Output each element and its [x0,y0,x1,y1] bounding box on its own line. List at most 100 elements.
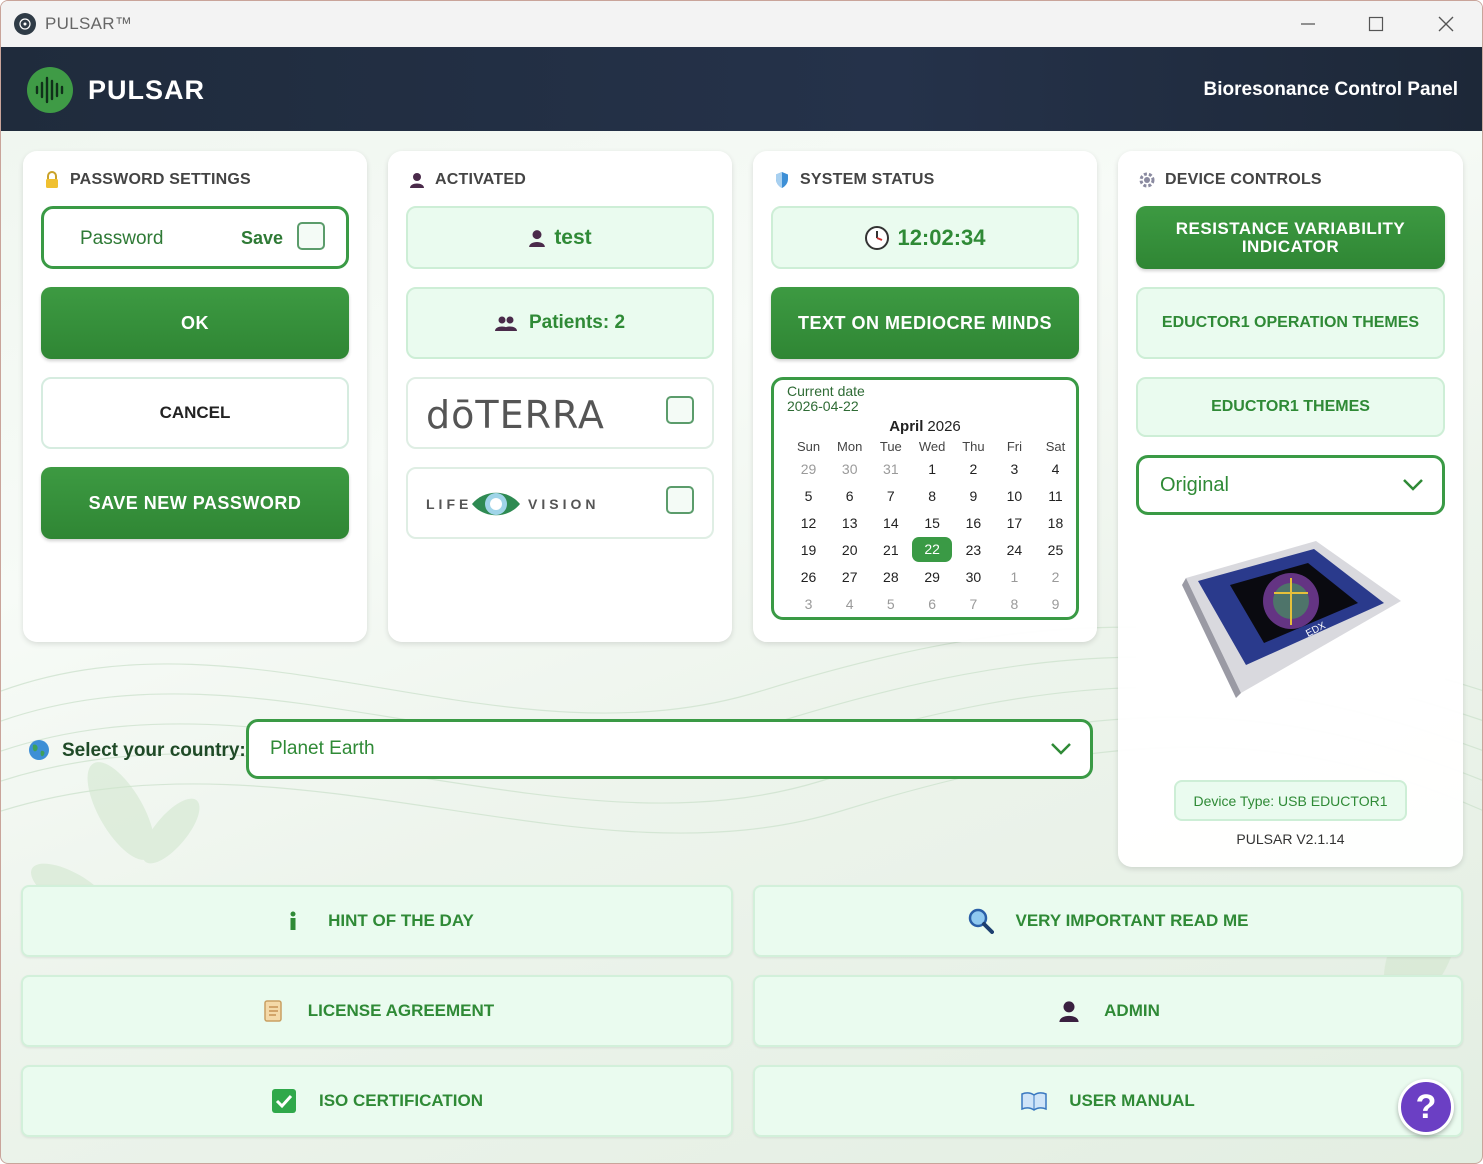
calendar-day[interactable]: 20 [829,536,870,563]
calendar-day[interactable]: 24 [994,536,1035,563]
calendar-day[interactable]: 28 [870,563,911,590]
user-manual-button[interactable]: USER MANUAL [753,1065,1463,1137]
save-password-checkbox[interactable] [297,222,325,250]
calendar-day[interactable]: 7 [953,590,994,617]
calendar-day[interactable]: 17 [994,509,1035,536]
calendar-day[interactable]: 31 [870,455,911,482]
help-button[interactable]: ? [1398,1079,1454,1135]
text-on-mediocre-minds-button[interactable]: TEXT ON MEDIOCRE MINDS [771,287,1079,359]
panel-title: DEVICE CONTROLS [1138,171,1322,189]
calendar-day[interactable]: 4 [1035,455,1076,482]
calendar-day[interactable]: 23 [953,536,994,563]
calendar-day[interactable]: 1 [994,563,1035,590]
admin-button[interactable]: ADMIN [753,975,1463,1047]
calendar-day[interactable]: 9 [1035,590,1076,617]
theme-select[interactable]: Original [1136,455,1445,515]
calendar-day[interactable]: 16 [953,509,994,536]
calendar-day[interactable]: 26 [788,563,829,590]
minimize-icon [1301,23,1315,25]
calendar-day[interactable]: 12 [788,509,829,536]
maximize-icon [1368,16,1384,32]
hint-of-the-day-button[interactable]: HINT OF THE DAY [21,885,733,957]
calendar-day[interactable]: 18 [1035,509,1076,536]
iso-certification-button[interactable]: ISO CERTIFICATION [21,1065,733,1137]
calendar-day[interactable]: 7 [870,482,911,509]
calendar[interactable]: Current date 2026-04-22 April 2026 Sun Mon… [771,377,1079,620]
doterra-option[interactable]: dōTERRA [406,377,714,449]
calendar-day[interactable]: 5 [870,590,911,617]
weekday-header: Sat [1045,438,1066,454]
calendar-day[interactable]: 8 [994,590,1035,617]
calendar-day[interactable]: 15 [911,509,952,536]
very-important-read-me-label: VERY IMPORTANT READ ME [1015,911,1249,930]
calendar-day[interactable]: 8 [911,482,952,509]
app-logo-icon [14,13,36,35]
calendar-day[interactable]: 30 [953,563,994,590]
calendar-day[interactable]: 27 [829,563,870,590]
eye-icon [472,492,520,516]
calendar-day[interactable]: 3 [788,590,829,617]
panel-title: SYSTEM STATUS [773,171,934,189]
chevron-down-icon [1051,743,1071,755]
calendar-day[interactable]: 6 [911,590,952,617]
eductor1-operation-themes-button[interactable]: EDUCTOR1 OPERATION THEMES [1136,287,1445,359]
header-subtitle: Bioresonance Control Panel [1203,79,1458,100]
maximize-button[interactable] [1343,1,1409,47]
save-new-password-button[interactable]: SAVE NEW PASSWORD [41,467,349,539]
calendar-day[interactable]: 29 [911,563,952,590]
calendar-date: 2026-04-22 [787,398,859,414]
pulsar-logo-icon [27,67,73,113]
panel-title: PASSWORD SETTINGS [43,171,251,189]
calendar-day[interactable]: 13 [829,509,870,536]
very-important-read-me-button[interactable]: VERY IMPORTANT READ ME [753,885,1463,957]
cancel-button[interactable]: CANCEL [41,377,349,449]
calendar-grid: Sun Mon Tue Wed Thu Fri Sat 29 30 31 1 2 3 4 5 6 7 8 9 10 1… [788,437,1076,617]
current-time: 12:02:34 [897,224,986,250]
calendar-month-header: April 2026 [774,418,1076,435]
patients-count: Patients: 2 [528,312,626,333]
calendar-day[interactable]: 30 [829,455,870,482]
patients-display[interactable]: Patients: 2 [406,287,714,359]
selected-day-label: 22 [912,537,953,562]
resistance-variability-indicator-button[interactable]: RESISTANCE VARIABILITY INDICATOR [1136,206,1445,269]
lock-icon [43,171,61,189]
calendar-day[interactable]: 21 [870,536,911,563]
hint-of-the-day-label: HINT OF THE DAY [328,911,474,930]
calendar-day[interactable]: 4 [829,590,870,617]
info-icon [280,908,306,934]
calendar-day[interactable]: 19 [788,536,829,563]
lifevision-option[interactable]: LIFE VISION [406,467,714,539]
country-select[interactable]: Planet Earth [246,719,1093,779]
calendar-day[interactable]: 11 [1035,482,1076,509]
ok-button[interactable]: OK [41,287,349,359]
calendar-day[interactable]: 6 [829,482,870,509]
calendar-day[interactable]: 10 [994,482,1035,509]
calendar-year: 2026 [927,418,961,435]
close-button[interactable] [1413,1,1479,47]
eductor1-themes-button[interactable]: EDUCTOR1 THEMES [1136,377,1445,437]
calendar-day[interactable]: 3 [994,455,1035,482]
calendar-day[interactable]: 29 [788,455,829,482]
minimize-button[interactable] [1275,1,1341,47]
calendar-day[interactable]: 1 [911,455,952,482]
close-icon [1438,16,1454,32]
calendar-day[interactable]: 25 [1035,536,1076,563]
lifevision-checkbox[interactable] [666,486,694,514]
calendar-day[interactable]: 2 [1035,563,1076,590]
calendar-day[interactable]: 9 [953,482,994,509]
calendar-day[interactable]: 2 [953,455,994,482]
doterra-checkbox[interactable] [666,396,694,424]
password-field[interactable]: Password Save [41,206,349,269]
license-agreement-button[interactable]: LICENSE AGREEMENT [21,975,733,1047]
calendar-current-date: Current date 2026-04-22 [787,384,865,414]
chevron-down-icon [1403,479,1423,491]
users-icon [494,316,517,331]
calendar-day[interactable]: 5 [788,482,829,509]
checkmark-icon [271,1088,297,1114]
panel-title: ACTIVATED [408,171,526,189]
calendar-day[interactable]: 14 [870,509,911,536]
calendar-day-selected[interactable]: 22 [911,536,953,563]
brand-name: PULSAR [88,75,206,105]
country-select-value: Planet Earth [270,738,375,759]
weekday-header: Tue [879,438,902,454]
